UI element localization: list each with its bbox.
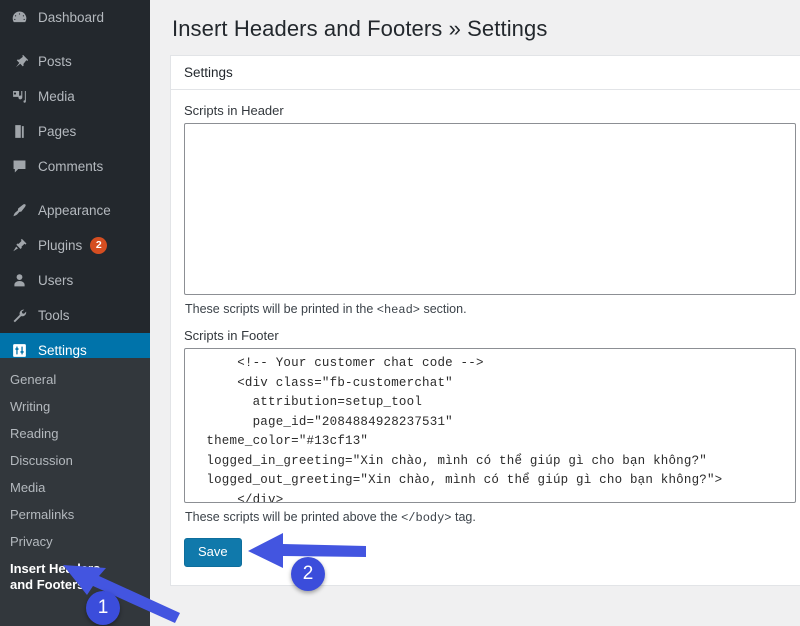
sidebar-item-media[interactable]: Media <box>0 79 150 114</box>
sidebar-item-dashboard[interactable]: Dashboard <box>0 0 150 35</box>
sidebar-item-label: Appearance <box>38 203 111 218</box>
sidebar-item-label: Dashboard <box>38 10 105 25</box>
submenu-item-writing[interactable]: Writing <box>0 393 150 420</box>
submenu-item-reading[interactable]: Reading <box>0 420 150 447</box>
scripts-in-footer-help: These scripts will be printed above the … <box>185 510 800 525</box>
plugins-update-badge: 2 <box>90 237 108 254</box>
scripts-in-header-input[interactable] <box>184 123 796 295</box>
help-text-head-1: These scripts will be printed in the <box>185 302 377 316</box>
code-head-open: <head> <box>376 303 420 317</box>
scripts-in-header-label: Scripts in Header <box>184 103 284 118</box>
sidebar-item-comments[interactable]: Comments <box>0 149 150 184</box>
sidebar-item-label: Media <box>38 89 75 104</box>
user-icon <box>9 271 29 291</box>
plugin-icon <box>9 236 29 256</box>
sidebar-item-label: Posts <box>38 54 72 69</box>
settings-submenu: General Writing Reading Discussion Media… <box>0 358 150 626</box>
sidebar-item-users[interactable]: Users <box>0 263 150 298</box>
code-body-close: </body> <box>401 511 452 525</box>
card-header-title: Settings <box>171 56 800 90</box>
submenu-item-permalinks[interactable]: Permalinks <box>0 501 150 528</box>
sidebar-item-posts[interactable]: Posts <box>0 44 150 79</box>
help-text-head-2: section. <box>419 302 467 316</box>
help-text-body-2: tag. <box>451 510 476 524</box>
sidebar-item-label: Settings <box>38 343 87 358</box>
save-button[interactable]: Save <box>184 538 242 567</box>
sidebar-item-plugins[interactable]: Plugins 2 <box>0 228 150 263</box>
help-text-body-1: These scripts will be printed above the <box>185 510 402 524</box>
screen: Dashboard Posts Media Pages Comments App… <box>0 0 800 626</box>
annotation-marker-1: 1 <box>86 591 120 625</box>
sidebar-item-label: Pages <box>38 124 77 139</box>
sidebar-item-appearance[interactable]: Appearance <box>0 193 150 228</box>
wrench-icon <box>9 306 29 326</box>
submenu-item-media[interactable]: Media <box>0 474 150 501</box>
submenu-item-discussion[interactable]: Discussion <box>0 447 150 474</box>
annotation-marker-2: 2 <box>291 557 325 591</box>
pages-icon <box>9 122 29 142</box>
scripts-in-header-help: These scripts will be printed in the <he… <box>185 302 800 317</box>
scripts-in-footer-label: Scripts in Footer <box>184 328 279 343</box>
sidebar-item-label: Tools <box>38 308 70 323</box>
page-title: Insert Headers and Footers » Settings <box>172 16 548 41</box>
media-icon <box>9 87 29 107</box>
pin-icon <box>9 52 29 72</box>
sidebar-item-tools[interactable]: Tools <box>0 298 150 333</box>
submenu-item-privacy[interactable]: Privacy <box>0 528 150 555</box>
sidebar-item-label: Comments <box>38 159 104 174</box>
dashboard-icon <box>9 8 29 28</box>
sidebar-item-label: Plugins <box>38 238 83 253</box>
submenu-item-general[interactable]: General <box>0 366 150 393</box>
card-body: Scripts in Header These scripts will be … <box>171 90 800 567</box>
sidebar-item-label: Users <box>38 273 74 288</box>
sidebar-item-pages[interactable]: Pages <box>0 114 150 149</box>
brush-icon <box>9 201 29 221</box>
scripts-in-footer-input[interactable] <box>184 348 796 503</box>
main-content: Insert Headers and Footers » Settings Se… <box>150 0 800 626</box>
settings-card: Settings Scripts in Header These scripts… <box>170 55 800 586</box>
comment-icon <box>9 157 29 177</box>
